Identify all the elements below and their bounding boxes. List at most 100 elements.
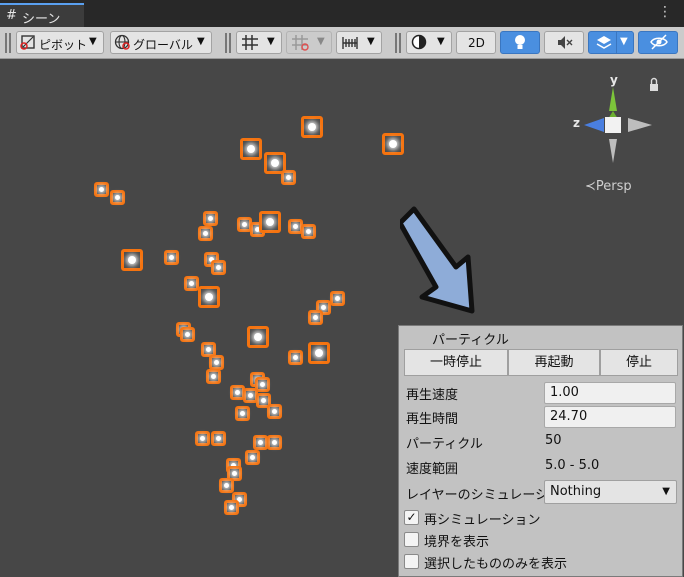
chevron-down-icon: ▼: [317, 36, 325, 47]
shading-mode-dropdown[interactable]: ▼: [406, 31, 452, 54]
simulate-layers-label: レイヤーのシミュレーショ: [406, 488, 546, 503]
particles-label: パーティクル: [406, 437, 483, 452]
chevron-down-icon: ▼: [620, 36, 628, 47]
show-selected-only-checkbox[interactable]: [404, 554, 419, 569]
particle: [203, 211, 218, 226]
particle: [330, 291, 345, 306]
toolbar-grip-2[interactable]: [225, 33, 231, 53]
tab-bar: # シーン ⋮: [0, 0, 684, 27]
stop-button[interactable]: 停止: [600, 349, 678, 376]
toolbar-grip-3[interactable]: [395, 33, 401, 53]
pivot-icon: [20, 34, 36, 54]
pause-button[interactable]: 一時停止: [404, 349, 508, 376]
effects-layers-icon: [595, 34, 613, 55]
particle: [224, 500, 239, 515]
show-bounds-label: 境界を表示: [424, 535, 490, 550]
ruler-icon: [341, 34, 359, 55]
scene-visibility-toggle[interactable]: [638, 31, 678, 54]
particle: [253, 435, 268, 450]
particle: [211, 431, 226, 446]
particle: [281, 170, 296, 185]
particle: [121, 249, 143, 271]
2d-label: 2D: [468, 36, 485, 50]
effects-dropdown[interactable]: ▼: [616, 31, 634, 54]
ruler-dropdown[interactable]: ▼: [336, 31, 382, 54]
speed-range-label: 速度範囲: [406, 462, 459, 477]
gizmo-y-label: y: [610, 73, 618, 87]
grid-snap-icon: [241, 34, 259, 55]
lock-icon[interactable]: [650, 84, 658, 91]
particle: [308, 310, 323, 325]
lighting-toggle[interactable]: [500, 31, 540, 54]
particle: [235, 406, 250, 421]
resimulate-checkbox[interactable]: ✓: [404, 510, 419, 525]
particle: [288, 350, 303, 365]
speed-range-value: 5.0 - 5.0: [545, 458, 600, 473]
2d-toggle[interactable]: 2D: [456, 31, 496, 54]
chevron-down-icon: ▼: [437, 36, 445, 47]
particle: [301, 116, 323, 138]
particle: [209, 355, 224, 370]
particle: [267, 435, 282, 450]
resimulate-label: 再シミュレーション: [424, 513, 541, 528]
scene-grid-icon: #: [6, 8, 17, 23]
x-axis-cone[interactable]: [628, 118, 652, 132]
particle: [267, 404, 282, 419]
particle: [206, 369, 221, 384]
chevron-down-icon: ▼: [662, 486, 670, 497]
pivot-dropdown[interactable]: ピボット ▼: [16, 31, 104, 54]
particle: [198, 226, 213, 241]
particle: [308, 342, 330, 364]
restart-button[interactable]: 再起動: [508, 349, 600, 376]
particle-effect-panel: パーティクル 一時停止 再起動 停止 再生速度 1.00 再生時間 24.70 …: [398, 325, 683, 577]
particle: [94, 182, 109, 197]
neg-y-axis-cone[interactable]: [609, 139, 617, 163]
show-selected-only-label: 選択したもののみを表示: [424, 557, 568, 572]
playback-speed-field[interactable]: 1.00: [544, 382, 676, 404]
playback-speed-label: 再生速度: [406, 388, 459, 403]
playback-time-label: 再生時間: [406, 412, 459, 427]
chevron-down-icon: ▼: [89, 36, 97, 47]
more-menu-icon[interactable]: ⋮: [658, 4, 672, 20]
gizmo-center-cube[interactable]: [605, 117, 621, 133]
shading-sphere-icon: [411, 34, 428, 55]
particle: [198, 286, 220, 308]
particle: [240, 138, 262, 160]
particle: [259, 211, 281, 233]
annotation-arrow: [400, 206, 475, 314]
grid-snap-dropdown[interactable]: ▼: [236, 31, 282, 54]
projection-label[interactable]: ≺Persp: [585, 179, 632, 194]
scene-toolbar: ピボット ▼ グローバル ▼ ▼ ▼ ▼ ▼ 2D ▼: [0, 27, 684, 59]
chevron-down-icon: ▼: [367, 36, 375, 47]
audio-toggle[interactable]: [544, 31, 584, 54]
increment-snap-icon: [291, 34, 309, 55]
particle: [301, 224, 316, 239]
simulate-layers-value: Nothing: [550, 484, 602, 499]
particle: [211, 260, 226, 275]
particle: [110, 190, 125, 205]
particle: [164, 250, 179, 265]
simulate-layers-dropdown[interactable]: Nothing ▼: [544, 480, 677, 504]
increment-snap-dropdown[interactable]: ▼: [286, 31, 332, 54]
audio-mute-icon: [556, 34, 573, 55]
toolbar-grip-1[interactable]: [5, 33, 11, 53]
global-dropdown[interactable]: グローバル ▼: [110, 31, 212, 54]
chevron-down-icon: ▼: [267, 36, 275, 47]
z-axis-cone[interactable]: [584, 118, 604, 132]
particle: [247, 326, 269, 348]
tab-scene-label: シーン: [22, 12, 61, 27]
pivot-label: ピボット: [39, 38, 88, 52]
particle: [219, 478, 234, 493]
particle: [382, 133, 404, 155]
tab-scene[interactable]: # シーン: [0, 3, 84, 27]
particle: [245, 450, 260, 465]
playback-time-field[interactable]: 24.70: [544, 406, 676, 428]
show-bounds-checkbox[interactable]: [404, 532, 419, 547]
particle: [180, 327, 195, 342]
lightbulb-icon: [512, 34, 528, 55]
chevron-down-icon: ▼: [197, 36, 205, 47]
y-axis-cone[interactable]: [609, 87, 617, 111]
particle: [195, 431, 210, 446]
hidden-eye-icon: [649, 34, 669, 55]
global-label: グローバル: [133, 38, 193, 52]
